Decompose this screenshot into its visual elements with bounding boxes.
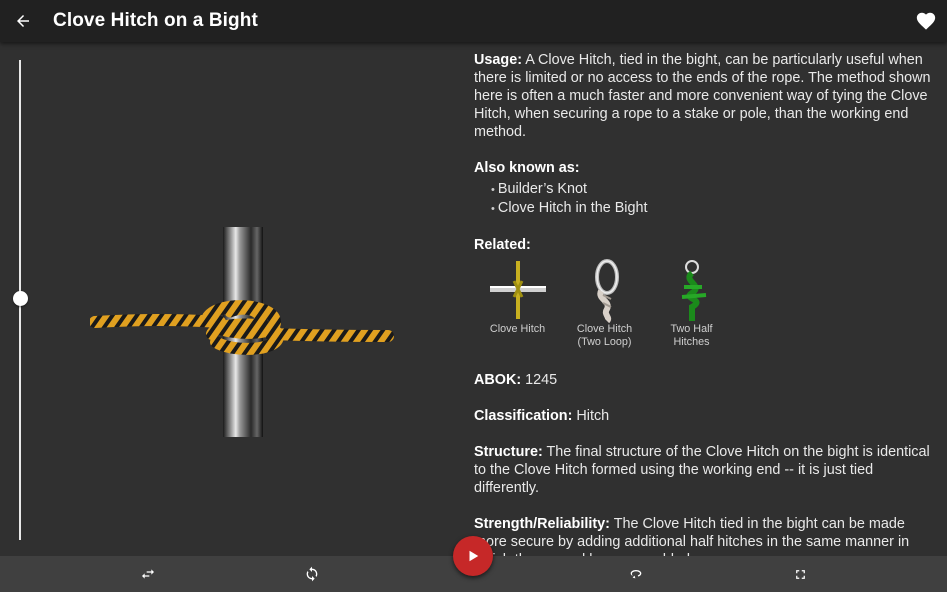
swap-button[interactable] [137,564,159,584]
play-button[interactable] [453,536,493,576]
heart-icon [916,12,936,30]
swap-icon [142,569,154,579]
clove-hitch-two-loop-thumb [594,259,619,323]
usage-paragraph: Usage: A Clove Hitch, tied in the bight,… [474,51,939,141]
loop-button[interactable] [625,564,647,584]
classification-value: Hitch [576,408,610,424]
favorite-button[interactable] [911,6,941,36]
structure-label: Structure: [474,444,543,460]
related-caption: Clove Hitch (Two Loop) [576,323,633,348]
usage-label: Usage: [474,52,522,68]
related-caption: Clove Hitch [489,323,546,335]
strength-paragraph: Strength/Reliability: The Clove Hitch ti… [474,515,939,556]
rotate-icon [306,566,318,582]
aka-list: Builder’s Knot Clove Hitch in the Bight [491,180,939,218]
back-button[interactable] [8,6,38,36]
clove-hitch-thumb [489,261,546,319]
related-knots: Clove Hitch Clove Hitch (Two Loop) Two H… [474,257,939,349]
classification-paragraph: Classification: Hitch [474,407,939,425]
aka-item: Builder’s Knot [491,180,939,199]
structure-paragraph: Structure: The final structure of the Cl… [474,443,939,497]
related-caption: Two Half Hitches [670,323,713,348]
structure-text: The final structure of the Clove Hitch o… [474,444,930,496]
abok-paragraph: ABOK: 1245 [474,371,939,389]
abok-label: ABOK: [474,372,522,388]
strength-label: Strength/Reliability: [474,516,610,532]
loop-icon [630,570,642,579]
aka-item: Clove Hitch in the Bight [491,199,939,218]
classification-label: Classification: [474,408,573,424]
fullscreen-icon [795,569,805,579]
rope-left [90,314,226,328]
related-label: Related: [474,237,531,253]
arrow-left-icon [17,15,29,27]
knot-viewer [0,42,463,556]
rope-right [264,328,394,342]
knot-animation[interactable] [90,222,400,442]
related-clove-hitch[interactable]: Clove Hitch [474,257,561,349]
related-two-half-hitches[interactable]: Two Half Hitches [648,257,735,349]
usage-text: A Clove Hitch, tied in the bight, can be… [474,52,931,140]
play-icon [469,550,479,562]
knot-info-panel[interactable]: Usage: A Clove Hitch, tied in the bight,… [463,42,947,556]
fullscreen-button[interactable] [789,564,811,584]
page-title: Clove Hitch on a Bight [53,10,258,31]
rotate-button[interactable] [301,564,323,584]
aka-label: Also known as: [474,160,580,176]
slider-thumb[interactable] [13,291,28,306]
two-half-hitches-thumb [681,260,706,321]
abok-value: 1245 [525,372,558,388]
app-bar: Clove Hitch on a Bight [0,0,947,42]
related-clove-hitch-two-loop[interactable]: Clove Hitch (Two Loop) [561,257,648,349]
